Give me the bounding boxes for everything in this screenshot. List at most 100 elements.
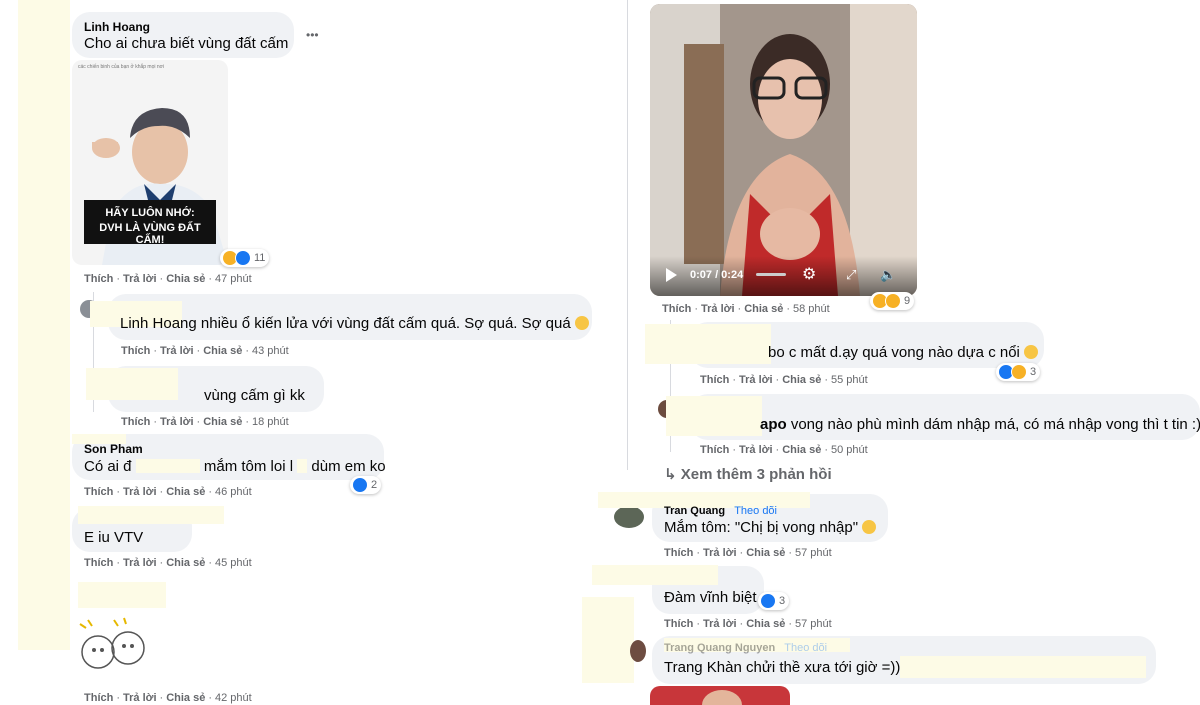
reply-link[interactable]: Trả lời bbox=[123, 486, 157, 498]
author-name[interactable]: Tran Quang bbox=[664, 505, 725, 517]
reply-arrow-icon: ↳ bbox=[664, 466, 681, 483]
comment-time[interactable]: 58 phút bbox=[793, 303, 830, 315]
reply-link[interactable]: Trả lời bbox=[160, 416, 194, 428]
share-link[interactable]: Chia sẻ bbox=[782, 444, 821, 456]
comment-time[interactable]: 50 phút bbox=[831, 444, 868, 456]
avatar[interactable] bbox=[630, 640, 646, 662]
share-link[interactable]: Chia sẻ bbox=[166, 273, 205, 285]
reply-link[interactable]: Trả lời bbox=[123, 692, 157, 704]
video-progress-bar[interactable] bbox=[756, 273, 786, 276]
follow-link[interactable]: Theo dõi bbox=[734, 505, 777, 517]
share-link[interactable]: Chia sẻ bbox=[166, 557, 205, 569]
reply-link[interactable]: Trả lời bbox=[123, 273, 157, 285]
comment-author[interactable]: Linh Hoang bbox=[84, 20, 150, 34]
settings-icon[interactable]: ⚙ bbox=[802, 264, 816, 284]
like-link[interactable]: Thích bbox=[84, 273, 113, 285]
author-name[interactable]: Trang Quang Nguyen bbox=[664, 642, 775, 654]
separator: · bbox=[159, 486, 164, 498]
separator: · bbox=[208, 557, 212, 569]
comment-text-part: dùm em ko bbox=[311, 458, 386, 475]
video-player[interactable]: 0:07 / 0:24 ⚙ ⤢ 🔈 bbox=[650, 4, 917, 296]
comment-time[interactable]: 45 phút bbox=[215, 557, 252, 569]
mute-icon[interactable]: 🔈 bbox=[880, 267, 896, 283]
comment-time[interactable]: 43 phút bbox=[252, 345, 289, 357]
share-link[interactable]: Chia sẻ bbox=[782, 374, 821, 386]
comment-image[interactable]: các chiến binh của bạn ở khắp mọi nơi HÃ… bbox=[72, 60, 228, 265]
like-link[interactable]: Thích bbox=[84, 557, 113, 569]
separator: · bbox=[116, 557, 121, 569]
haha-icon bbox=[1011, 364, 1027, 380]
comment-text-body: nhiều ổ kiến lửa với vùng đất cấm quá. S… bbox=[200, 315, 571, 332]
reply-link[interactable]: Trả lời bbox=[123, 557, 157, 569]
reaction-summary[interactable]: 2 bbox=[350, 476, 382, 494]
image-title-line1: HÃY LUÔN NHỚ: bbox=[105, 207, 195, 219]
comment-time[interactable]: 57 phút bbox=[795, 547, 832, 559]
reply-link[interactable]: Trả lời bbox=[739, 444, 773, 456]
share-link[interactable]: Chia sẻ bbox=[203, 345, 242, 357]
reaction-summary[interactable]: 3 bbox=[758, 592, 790, 610]
reply-link[interactable]: Trả lời bbox=[701, 303, 735, 315]
redaction-block bbox=[666, 396, 762, 436]
comment-author[interactable]: Son Pham bbox=[84, 442, 143, 456]
reply-link[interactable]: Trả lời bbox=[739, 374, 773, 386]
share-link[interactable]: Chia sẻ bbox=[166, 692, 205, 704]
comment-author[interactable]: Tran Quang Theo dõi bbox=[664, 505, 777, 517]
share-link[interactable]: Chia sẻ bbox=[746, 618, 785, 630]
separator: · bbox=[196, 345, 201, 357]
fullscreen-icon[interactable]: ⤢ bbox=[846, 267, 856, 283]
comment-image[interactable] bbox=[650, 686, 790, 705]
comment-time[interactable]: 55 phút bbox=[831, 374, 868, 386]
separator: · bbox=[245, 416, 249, 428]
comment-text: Linh Hoang nhiều ổ kiến lửa với vùng đất… bbox=[120, 315, 589, 332]
play-icon[interactable] bbox=[666, 268, 677, 282]
haha-icon bbox=[885, 293, 901, 309]
reaction-summary[interactable]: 3 bbox=[996, 363, 1041, 381]
share-link[interactable]: Chia sẻ bbox=[746, 547, 785, 559]
comment-actions: Thích · Trả lời · Chia sẻ · 42 phút bbox=[84, 692, 252, 704]
like-link[interactable]: Thích bbox=[700, 444, 729, 456]
tagged-name[interactable]: apo bbox=[760, 416, 787, 433]
like-link[interactable]: Thích bbox=[84, 692, 113, 704]
video-frame bbox=[650, 4, 917, 296]
like-link[interactable]: Thích bbox=[664, 618, 693, 630]
like-link[interactable]: Thích bbox=[84, 486, 113, 498]
separator: · bbox=[824, 444, 828, 456]
image-figure bbox=[702, 690, 742, 705]
comment-time[interactable]: 57 phút bbox=[795, 618, 832, 630]
reaction-count: 9 bbox=[904, 295, 911, 307]
avatar[interactable] bbox=[614, 506, 644, 528]
like-link[interactable]: Thích bbox=[700, 374, 729, 386]
reply-link[interactable]: Trả lời bbox=[703, 618, 737, 630]
comment-time[interactable]: 47 phút bbox=[215, 273, 252, 285]
separator: · bbox=[153, 416, 158, 428]
redaction-block bbox=[135, 459, 200, 473]
comment-text: bo c mất d.ạy quá vong nào dựa c nổi bbox=[768, 344, 1038, 361]
comment-time[interactable]: 18 phút bbox=[252, 416, 289, 428]
share-link[interactable]: Chia sẻ bbox=[744, 303, 783, 315]
redaction-block bbox=[78, 506, 224, 524]
follow-link[interactable]: Theo dõi bbox=[784, 642, 827, 654]
sticker-image[interactable] bbox=[74, 612, 154, 674]
share-link[interactable]: Chia sẻ bbox=[203, 416, 242, 428]
comment-actions: Thích · Trả lời · Chia sẻ · 55 phút bbox=[700, 374, 868, 386]
comment-time[interactable]: 46 phút bbox=[215, 486, 252, 498]
separator: · bbox=[208, 692, 212, 704]
reply-link[interactable]: Trả lời bbox=[160, 345, 194, 357]
like-link[interactable]: Thích bbox=[664, 547, 693, 559]
thread-line bbox=[627, 0, 628, 470]
reply-link[interactable]: Trả lời bbox=[703, 547, 737, 559]
share-link[interactable]: Chia sẻ bbox=[166, 486, 205, 498]
comment-text-part: Có ai đ bbox=[84, 458, 132, 475]
comment-author[interactable]: Trang Quang Nguyen Theo dõi bbox=[664, 642, 827, 654]
reaction-summary[interactable]: 11 bbox=[220, 249, 270, 267]
like-link[interactable]: Thích bbox=[121, 345, 150, 357]
sad-emoji-icon bbox=[1023, 345, 1038, 359]
comment-time[interactable]: 42 phút bbox=[215, 692, 252, 704]
like-link[interactable]: Thích bbox=[121, 416, 150, 428]
more-options-icon[interactable]: ••• bbox=[306, 28, 319, 42]
reaction-summary[interactable]: 9 bbox=[870, 292, 915, 310]
more-replies-link[interactable]: ↳ Xem thêm 3 phản hồi bbox=[664, 465, 832, 483]
like-link[interactable]: Thích bbox=[662, 303, 691, 315]
tagged-name[interactable]: Linh Hoang bbox=[120, 315, 197, 332]
comment-text: apo vong nào phù mình dám nhập má, có má… bbox=[760, 416, 1200, 433]
